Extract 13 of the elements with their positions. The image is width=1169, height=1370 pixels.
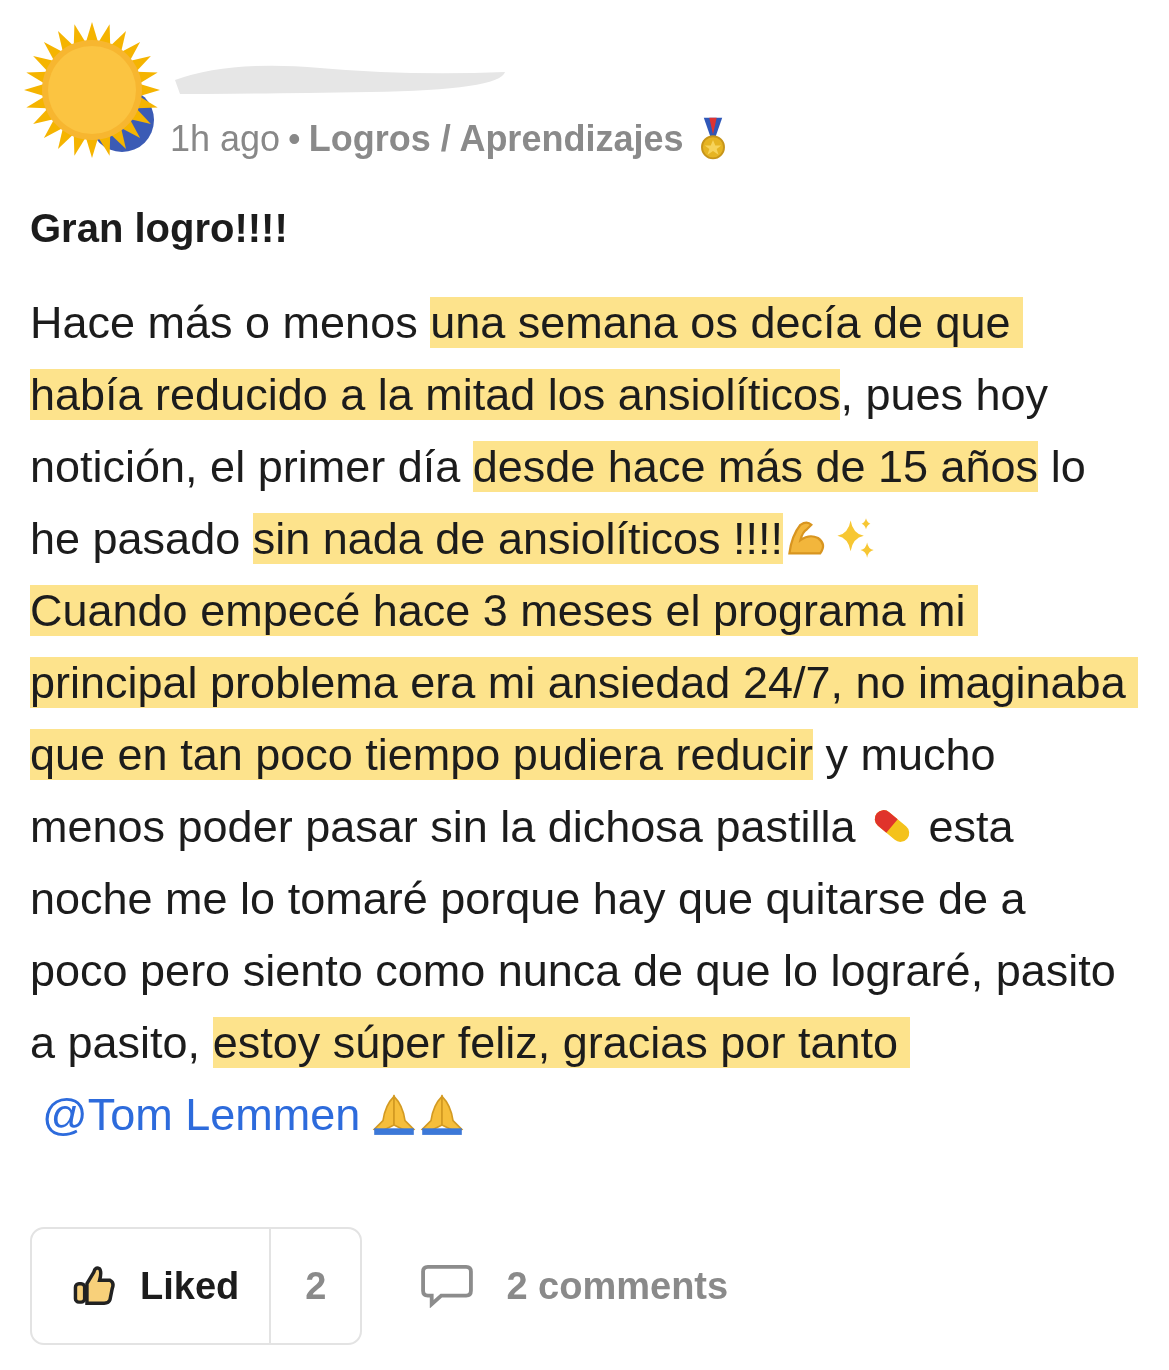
category-link[interactable]: Logros / Aprendizajes [308,118,684,160]
medal-icon [699,116,728,162]
comments-button[interactable]: 2 comments [420,1264,729,1308]
praying-hands-icon [420,1092,465,1136]
separator-dot: • [288,118,301,160]
speech-bubble-icon [420,1264,475,1308]
like-button[interactable]: Liked [32,1229,272,1343]
post-time: 1h ago [170,118,281,160]
post-title: Gran logro!!!! [30,206,289,251]
mention-link[interactable]: @Tom Lemmen [42,1089,361,1140]
praying-hands-icon [372,1092,417,1136]
like-count: 2 [304,1263,328,1309]
post-body: Hace más o menos una semana os decía de que había reducido a la mitad los ansiolíticos, pues hoy notición, el primer día desde hace más de 15 años lo he pasado sin nada de ansiolíticos !!!! Cuando empecé hace 3 meses el programa mi principal problema era mi ansiedad 24/7, no imaginaba que en tan poco tiempo pudiera reducir y mucho menos poder pasar sin la dichosa pastilla esta noche me lo tomaré porque hay que quitarse de a poco pero siento como nunca de que lo lograré, pasito a pasito, estoy súper feliz, gracias por tanto @Tom Lemmen [30,287,1135,1151]
